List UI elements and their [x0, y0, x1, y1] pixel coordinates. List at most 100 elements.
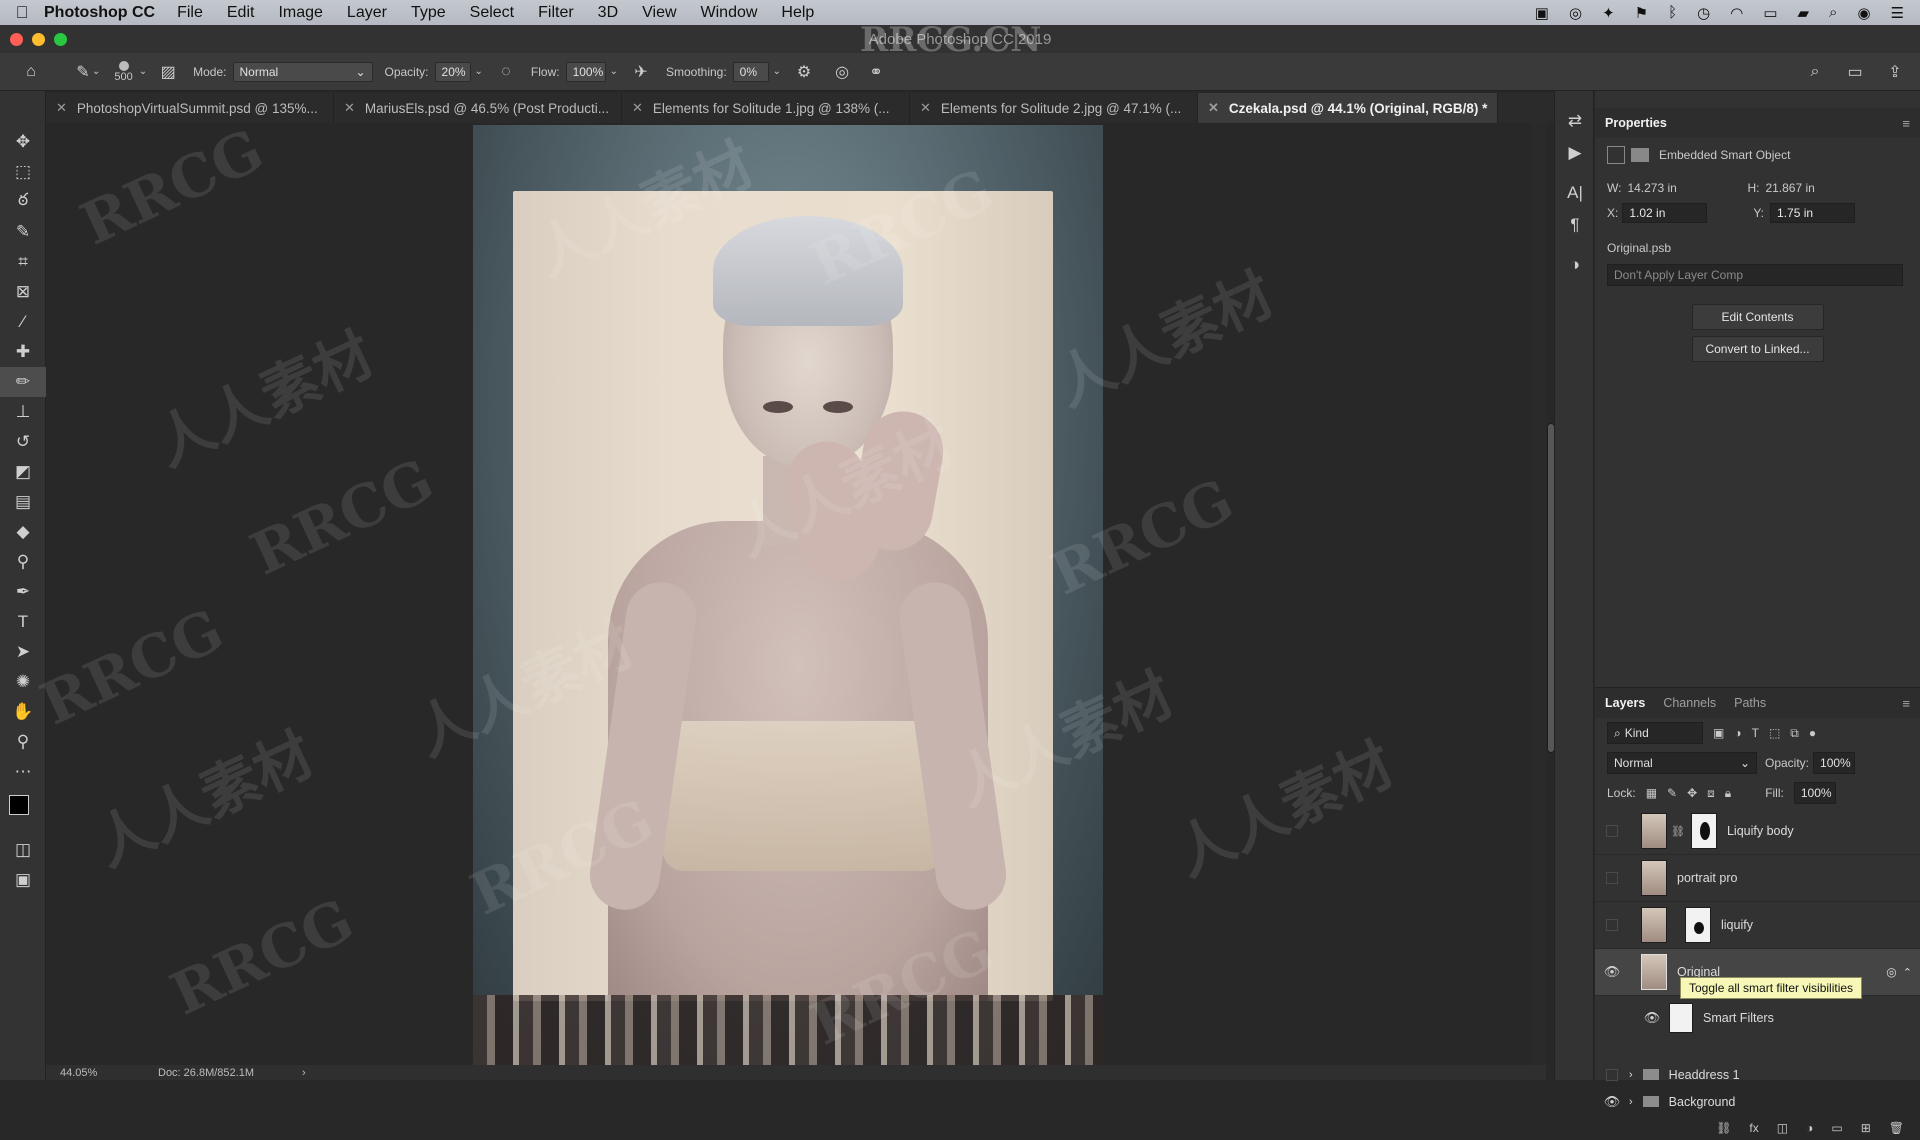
filter-pixel-icon[interactable]: ▣	[1713, 726, 1724, 740]
visibility-toggle[interactable]: 👁︎	[1595, 1094, 1629, 1110]
smoothing-dropdown-icon[interactable]: ⌄	[773, 66, 781, 77]
hand-tool-icon[interactable]: ✋	[0, 697, 46, 727]
clone-stamp-tool-icon[interactable]: ⊥	[0, 397, 46, 427]
tab-paths[interactable]: Paths	[1734, 696, 1766, 710]
tab-document-4[interactable]: ✕ Elements for Solitude 2.jpg @ 47.1% (..…	[910, 93, 1198, 123]
filter-kind-select[interactable]: ⌕ Kind	[1607, 722, 1703, 744]
lock-artboard-icon[interactable]: ⧈	[1707, 786, 1715, 801]
type-tool-icon[interactable]: T	[0, 607, 46, 637]
adjustments-panel-icon[interactable]: ◑	[1555, 249, 1595, 281]
properties-tab[interactable]: Properties	[1605, 116, 1667, 130]
quick-mask-icon[interactable]: ◫	[0, 835, 46, 865]
screen-mode-icon[interactable]: ▣	[0, 865, 46, 895]
smart-filter-mask-thumbnail[interactable]	[1669, 1003, 1693, 1033]
link-layers-icon[interactable]: ⛓	[1716, 1121, 1731, 1135]
group-row[interactable]: › Headdress 1	[1595, 1062, 1920, 1088]
character-panel-icon[interactable]: A|	[1555, 177, 1595, 209]
panel-menu-icon[interactable]: ≡	[1902, 116, 1910, 131]
quick-selection-tool-icon[interactable]: ✎	[0, 217, 46, 247]
menu-type[interactable]: Type	[411, 4, 446, 22]
filter-smart-object-icon[interactable]: ⧉	[1790, 726, 1799, 741]
menu-filter[interactable]: Filter	[538, 4, 574, 22]
crop-tool-icon[interactable]: ⌗	[0, 247, 46, 277]
menu-window[interactable]: Window	[701, 4, 758, 22]
marquee-tool-icon[interactable]: ⬚	[0, 157, 46, 187]
link-icon[interactable]: ⛓	[1671, 825, 1685, 838]
group-row[interactable]: 👁︎ › Background	[1595, 1088, 1920, 1116]
menu-select[interactable]: Select	[470, 4, 514, 22]
siri-icon[interactable]: ◉	[1857, 4, 1870, 22]
lock-position-icon[interactable]: ✥	[1687, 786, 1697, 800]
airbrush-icon[interactable]: ✈	[628, 59, 654, 85]
visibility-toggle[interactable]	[1595, 919, 1629, 931]
eraser-tool-icon[interactable]: ◩	[0, 457, 46, 487]
minimize-window-button[interactable]	[32, 33, 45, 46]
lock-all-icon[interactable]: 🔒︎	[1725, 786, 1731, 801]
layer-comp-select[interactable]: Don't Apply Layer Comp	[1607, 264, 1903, 286]
foreground-color-swatch[interactable]	[9, 795, 29, 815]
edit-contents-button[interactable]: Edit Contents	[1691, 304, 1824, 330]
close-tab-icon[interactable]: ✕	[632, 100, 643, 116]
fx-icon[interactable]: fx	[1749, 1121, 1758, 1135]
close-tab-icon[interactable]: ✕	[920, 100, 931, 116]
filter-adjustment-icon[interactable]: ◑	[1734, 726, 1741, 740]
status-menu-arrow-icon[interactable]: ›	[302, 1067, 306, 1079]
layer-name[interactable]: Liquify body	[1727, 824, 1794, 838]
history-brush-tool-icon[interactable]: ↺	[0, 427, 46, 457]
smart-filter-icon[interactable]: ◎	[1886, 965, 1896, 979]
mode-select[interactable]: Normal ⌄	[232, 61, 373, 82]
zoom-tool-icon[interactable]: ⚲	[0, 727, 46, 757]
flow-field[interactable]: 100%	[565, 61, 606, 82]
move-tool-icon[interactable]: ✥	[0, 127, 46, 157]
color-swatches[interactable]	[0, 787, 46, 835]
menu-3d[interactable]: 3D	[598, 4, 618, 22]
expand-arrow-icon[interactable]: ›	[1629, 1069, 1633, 1081]
battery-icon[interactable]: ▰	[1798, 4, 1810, 22]
new-group-icon[interactable]: ▭	[1831, 1121, 1842, 1135]
paragraph-panel-icon[interactable]: ¶	[1555, 209, 1595, 241]
filter-shape-icon[interactable]: ⬚	[1769, 726, 1780, 740]
close-tab-icon[interactable]: ✕	[344, 100, 355, 116]
eyedropper-tool-icon[interactable]: ⁄	[0, 307, 46, 337]
workspace-icon[interactable]: ▭	[1842, 59, 1868, 85]
layer-name[interactable]: liquify	[1721, 918, 1753, 932]
apple-icon[interactable]: 	[0, 3, 44, 23]
custom-shape-tool-icon[interactable]: ✺	[0, 667, 46, 697]
y-input[interactable]: 1.75 in	[1770, 203, 1856, 223]
w-value[interactable]: 14.273 in	[1627, 181, 1737, 195]
opacity-field[interactable]: 20%	[434, 61, 471, 82]
share-icon[interactable]: ⇪	[1882, 59, 1908, 85]
brush-size-dropdown-icon[interactable]: ⌄	[139, 66, 147, 77]
notification-center-icon[interactable]: ☰	[1891, 4, 1904, 22]
airplay-icon[interactable]: ▭	[1763, 4, 1777, 22]
menu-view[interactable]: View	[642, 4, 676, 22]
expand-arrow-icon[interactable]: ›	[1629, 1096, 1633, 1108]
tab-channels[interactable]: Channels	[1663, 696, 1716, 710]
history-panel-icon[interactable]: ⇄	[1555, 105, 1595, 137]
new-layer-icon[interactable]: ⊞	[1861, 1121, 1871, 1135]
butterfly-icon[interactable]: ✦	[1602, 4, 1615, 22]
pen-tool-icon[interactable]: ✒	[0, 577, 46, 607]
search-icon[interactable]: ⌕	[1802, 59, 1828, 85]
canvas-vertical-scrollbar[interactable]	[1532, 123, 1555, 1065]
dodge-tool-icon[interactable]: ⚲	[0, 547, 46, 577]
zoom-window-button[interactable]	[54, 33, 67, 46]
filter-type-icon[interactable]: T	[1752, 726, 1759, 740]
close-window-button[interactable]	[10, 33, 23, 46]
layer-row[interactable]: ⛓ Liquify body	[1595, 808, 1920, 855]
path-selection-tool-icon[interactable]: ➤	[0, 637, 46, 667]
healing-brush-tool-icon[interactable]: ✚	[0, 337, 46, 367]
layer-row[interactable]: liquify	[1595, 902, 1920, 949]
tab-document-active[interactable]: ✕ Czekala.psd @ 44.1% (Original, RGB/8) *	[1198, 93, 1498, 123]
x-input[interactable]: 1.02 in	[1622, 203, 1708, 223]
collapse-chevron-icon[interactable]: ⌃	[1903, 966, 1912, 979]
menu-file[interactable]: File	[177, 4, 203, 22]
symmetry-icon[interactable]: ⚭	[863, 59, 889, 85]
pressure-opacity-icon[interactable]: ◌	[493, 59, 519, 85]
layer-name[interactable]: portrait pro	[1677, 871, 1737, 885]
flow-dropdown-icon[interactable]: ⌄	[610, 66, 618, 77]
h-value[interactable]: 21.867 in	[1765, 181, 1814, 195]
layer-row[interactable]: portrait pro	[1595, 855, 1920, 902]
creative-cloud-icon[interactable]: ◎	[1569, 4, 1582, 22]
tab-document-2[interactable]: ✕ MariusEls.psd @ 46.5% (Post Producti...	[334, 93, 622, 123]
